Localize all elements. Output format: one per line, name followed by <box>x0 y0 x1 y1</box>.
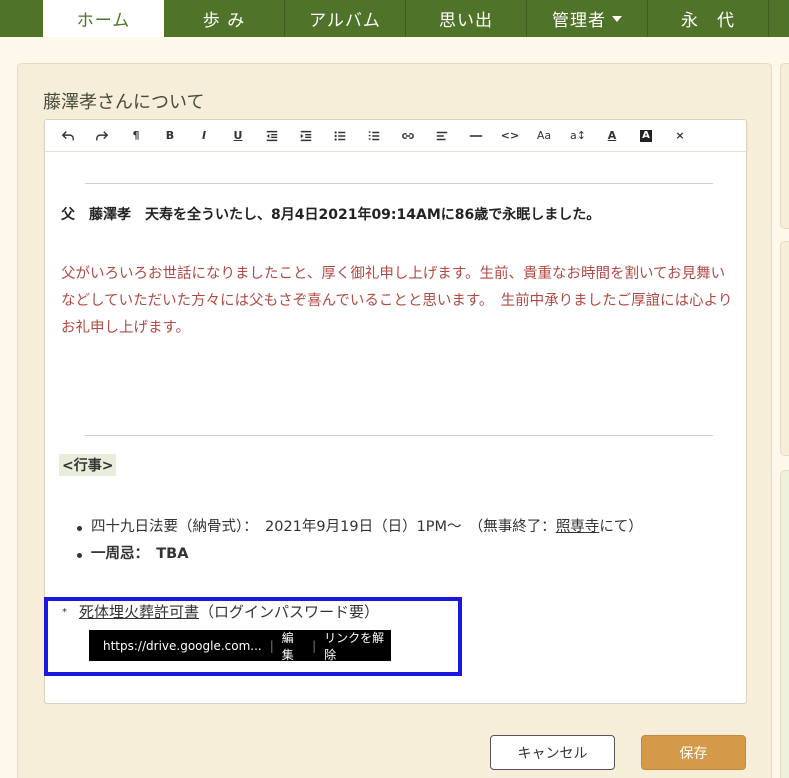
line-height-icon: a↕ <box>570 129 586 142</box>
divider <box>85 435 713 436</box>
redo-button[interactable] <box>85 124 119 148</box>
paragraph-button[interactable]: ¶ <box>119 124 153 148</box>
line-height-button[interactable]: a↕ <box>561 124 595 148</box>
events-list: 四十九日法要（納骨式）： 2021年9月19日（日）1PM～ （無事終了：照専寺… <box>77 514 643 568</box>
panel-title: 藤澤孝さんについて <box>43 92 205 113</box>
nav-home-label: ホーム <box>76 11 131 31</box>
bold-button[interactable]: B <box>153 124 187 148</box>
font-color-icon: A <box>607 129 617 142</box>
side-card <box>780 63 789 229</box>
undo-button[interactable] <box>51 124 85 148</box>
nav-admin-label: 管理者 <box>552 11 606 31</box>
list-item: 一周忌： TBA <box>77 541 643 568</box>
save-button[interactable]: 保存 <box>641 735 746 770</box>
numbered-list-icon <box>368 130 380 140</box>
align-button[interactable] <box>425 124 459 148</box>
background-color-icon: A <box>640 129 652 142</box>
code-icon: <> <box>500 129 520 142</box>
outdent-icon <box>266 130 278 141</box>
caret-down-icon <box>612 15 622 22</box>
link-button[interactable] <box>391 124 425 148</box>
redo-icon <box>96 130 109 140</box>
event-49-suffix: にて） <box>599 519 643 535</box>
horizontal-rule-icon <box>469 134 483 137</box>
tooltip-edit[interactable]: 編集 <box>282 629 304 663</box>
temple-link[interactable]: 照専寺 <box>556 519 600 535</box>
side-card <box>780 470 789 778</box>
cancel-button[interactable]: キャンセル <box>490 735 615 770</box>
bullet-list-icon <box>334 130 346 141</box>
font-color-button[interactable]: A <box>595 124 629 148</box>
list-item: 四十九日法要（納骨式）： 2021年9月19日（日）1PM～ （無事終了：照専寺… <box>77 514 643 541</box>
code-view-button[interactable]: <> <box>493 124 527 148</box>
pilcrow-icon: ¶ <box>132 129 140 142</box>
permit-link-item: * 死体埋火葬許可書（ログインパスワード要） <box>62 601 379 622</box>
asterisk-icon: * <box>62 607 67 618</box>
tooltip-separator: | <box>269 638 274 653</box>
nav-ayumi-label: 歩 み <box>202 11 246 31</box>
link-icon <box>402 132 414 139</box>
bold-icon: B <box>165 129 175 142</box>
indent-icon <box>300 130 312 141</box>
nav-ayumi[interactable]: 歩 み <box>164 0 285 37</box>
underline-icon: U <box>233 129 243 142</box>
obituary-headline: 父 藤澤孝 天寿を全ういたし、8月4日2021年09:14AMに86歳で永眠しま… <box>61 207 601 223</box>
undo-icon <box>61 130 74 140</box>
permit-link-suffix: （ログインパスワード要） <box>199 603 380 621</box>
permit-link[interactable]: 死体埋火葬許可書 <box>79 603 199 621</box>
clear-format-button[interactable]: × <box>663 124 697 148</box>
font-size-icon: Aa <box>536 129 552 142</box>
italic-button[interactable]: I <box>187 124 221 148</box>
link-tooltip: https://drive.google.com... | 編集 | リンクを解… <box>89 629 391 663</box>
clear-format-icon: × <box>675 129 685 142</box>
nav-album-label: アルバム <box>309 11 381 31</box>
nav-admin[interactable]: 管理者 <box>527 0 648 37</box>
tooltip-url[interactable]: https://drive.google.com... <box>103 639 262 653</box>
nav-memories[interactable]: 思い出 <box>406 0 527 37</box>
underline-button[interactable]: U <box>221 124 255 148</box>
horizontal-rule-button[interactable] <box>459 124 493 148</box>
outdent-button[interactable] <box>255 124 289 148</box>
nav-memories-label: 思い出 <box>439 11 493 31</box>
nav-home[interactable]: ホーム <box>43 0 164 37</box>
bullet-list-button[interactable] <box>323 124 357 148</box>
italic-icon: I <box>201 129 207 142</box>
align-left-icon <box>436 131 448 140</box>
divider <box>85 183 713 184</box>
indent-button[interactable] <box>289 124 323 148</box>
tooltip-unlink[interactable]: リンクを解除 <box>324 629 391 663</box>
event-49-text: 四十九日法要（納骨式）： 2021年9月19日（日）1PM～ （無事終了： <box>91 519 556 535</box>
background-color-button[interactable]: A <box>629 124 663 148</box>
tooltip-separator: | <box>312 638 317 653</box>
nav-eitai-label: 永 代 <box>681 11 735 31</box>
numbered-list-button[interactable] <box>357 124 391 148</box>
nav-eitai[interactable]: 永 代 <box>648 0 769 37</box>
top-nav: ホーム 歩 み アルバム 思い出 管理者 永 代 <box>0 0 789 37</box>
side-card <box>780 241 789 456</box>
events-heading: <行事> <box>59 454 117 476</box>
thanks-paragraph: 父がいろいろお世話になりましたこと、厚く御礼申し上げます。生前、貴重なお時間を割… <box>61 266 733 336</box>
event-1st-anniv-text: 一周忌： TBA <box>91 546 189 562</box>
font-size-button[interactable]: Aa <box>527 124 561 148</box>
nav-album[interactable]: アルバム <box>285 0 406 37</box>
editor-toolbar: ¶ B I U <> Aa a↕ A A × <box>44 119 747 152</box>
